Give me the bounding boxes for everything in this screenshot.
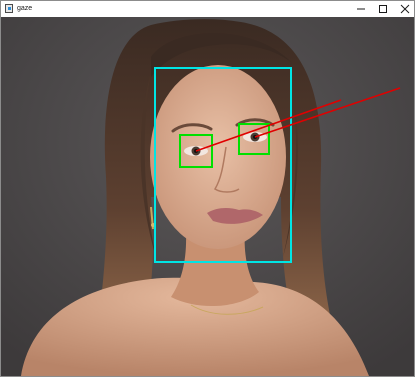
right-gaze-line — [254, 87, 401, 138]
image-view — [1, 17, 414, 376]
close-button[interactable] — [391, 1, 414, 17]
title-bar[interactable]: gaze — [1, 1, 414, 17]
face-bounding-box — [154, 67, 292, 263]
detection-overlay — [154, 67, 401, 263]
app-window: gaze — [0, 0, 415, 377]
close-icon — [400, 4, 410, 14]
minimize-icon — [357, 8, 365, 10]
maximize-icon — [379, 5, 387, 13]
app-icon — [5, 4, 13, 13]
window-title: gaze — [17, 5, 33, 12]
right-eye-box — [238, 123, 270, 155]
